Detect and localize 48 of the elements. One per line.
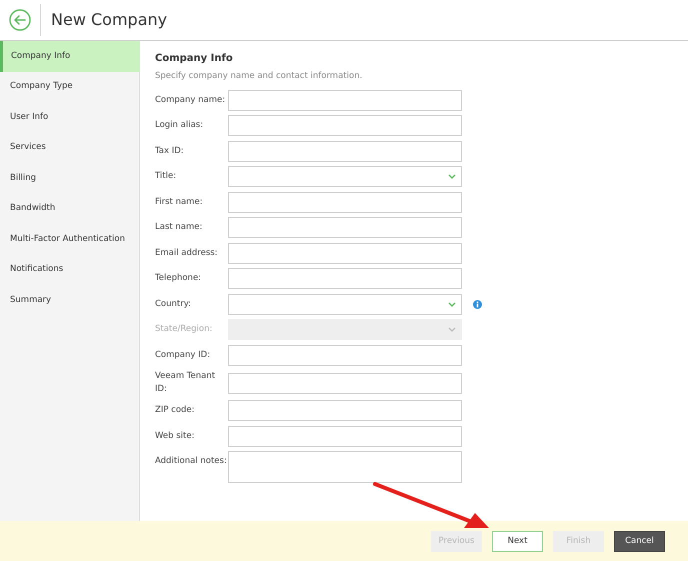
sidebar-item[interactable]: Notifications (0, 254, 139, 285)
field-label: Email address: (155, 246, 219, 260)
sidebar-item[interactable]: Company Type (0, 72, 139, 102)
field-label: Veeam Tenant ID: (155, 370, 216, 396)
dropdown-field[interactable] (228, 166, 462, 188)
wizard-button[interactable]: Cancel (614, 530, 665, 552)
input-field[interactable] (228, 344, 462, 366)
sidebar-item[interactable]: Company Info (0, 41, 140, 72)
input-field[interactable] (228, 426, 462, 447)
sidebar-item[interactable]: User Info (0, 102, 139, 132)
wizard-button[interactable]: Next (492, 530, 543, 552)
input-field[interactable] (228, 140, 462, 162)
field-label: Additional notes: (155, 455, 228, 468)
field-label: Tax ID: (155, 144, 185, 158)
field-label: Telephone: (155, 272, 202, 286)
input-field[interactable] (228, 217, 462, 238)
back-button[interactable] (9, 9, 31, 31)
field-label: ZIP code: (155, 404, 196, 418)
field-label: Title: (155, 170, 178, 184)
input-field[interactable] (228, 242, 462, 264)
info-icon[interactable] (473, 300, 482, 309)
input-field[interactable] (228, 400, 462, 422)
chevron-icon (448, 327, 456, 332)
sidebar-item[interactable]: Multi-Factor Authentication (0, 224, 139, 254)
field-label: Country: (155, 298, 192, 311)
input-field[interactable] (228, 115, 462, 136)
input-field[interactable] (228, 192, 462, 213)
field-label: First name: (155, 196, 204, 209)
field-label: Company ID: (155, 348, 212, 362)
field-label: Web site: (155, 430, 196, 443)
input-field[interactable] (228, 90, 462, 111)
page-title: New Company (51, 9, 168, 31)
field-label: State/Region: (155, 323, 214, 336)
sidebar-item[interactable]: Bandwidth (0, 194, 139, 224)
input-field[interactable] (228, 268, 462, 290)
chevron-icon (448, 302, 456, 307)
notes-field[interactable] (228, 451, 462, 484)
input-field[interactable] (228, 372, 462, 394)
section-subtitle: Specify company name and contact information. (155, 70, 364, 83)
sidebar-item[interactable]: Services (0, 132, 139, 163)
sidebar-item[interactable]: Summary (0, 285, 139, 316)
section-title: Company Info (155, 52, 234, 66)
sidebar-item[interactable]: Billing (0, 163, 139, 194)
field-label: Login alias: (155, 119, 204, 132)
chevron-icon (448, 174, 456, 180)
field-label: Company name: (155, 94, 226, 107)
dropdown-field[interactable] (228, 294, 462, 315)
field-label: Last name: (155, 221, 204, 234)
